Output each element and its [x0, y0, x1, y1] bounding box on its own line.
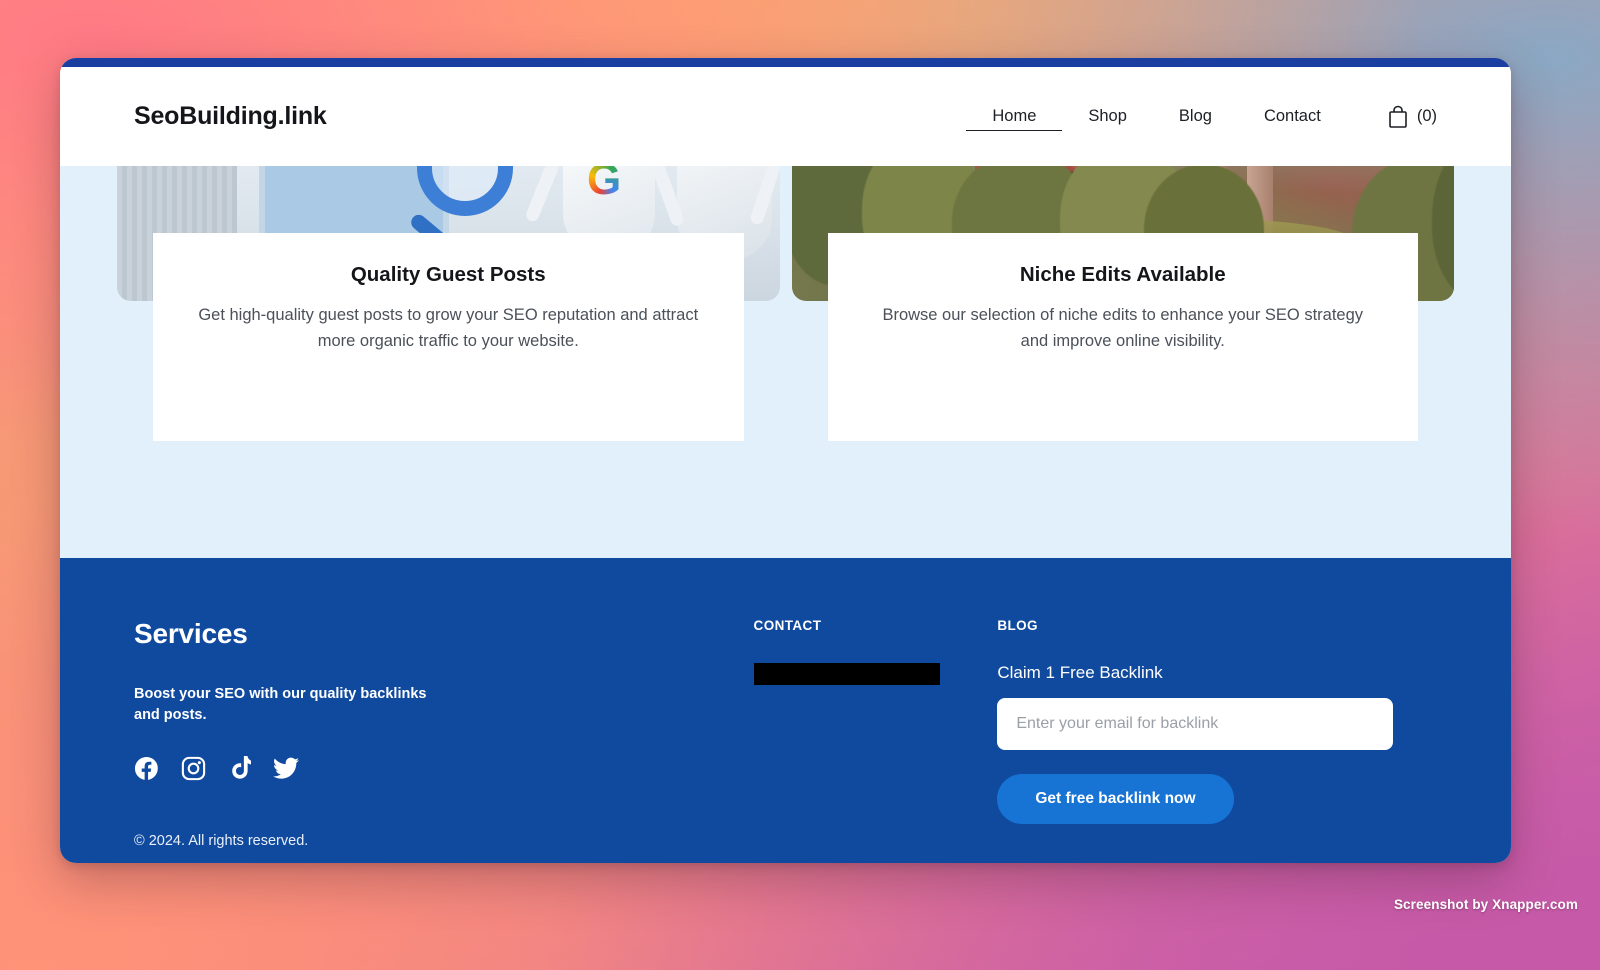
footer-column-services: Services Boost your SEO with our quality…: [134, 618, 754, 781]
feature-card-niche-edits[interactable]: Niche Edits Available Browse our selecti…: [791, 166, 1454, 441]
footer-column-blog: BLOG Claim 1 Free Backlink Get free back…: [997, 618, 1437, 824]
free-backlink-label: Claim 1 Free Backlink: [997, 663, 1163, 682]
xnapper-watermark: Screenshot by Xnapper.com: [1393, 897, 1578, 912]
site-footer: Services Boost your SEO with our quality…: [60, 558, 1511, 863]
main-navigation: Home Shop Blog Contact (0): [966, 103, 1437, 131]
copyright-text: © 2024. All rights reserved.: [134, 833, 309, 849]
nav-item-contact[interactable]: Contact: [1238, 103, 1347, 130]
footer-contact-heading: CONTACT: [753, 618, 822, 633]
tiktok-icon[interactable]: [228, 756, 251, 781]
feature-card-quality-guest-posts[interactable]: G Quality Guest Posts Get high-quality g…: [117, 166, 780, 441]
card-description: Get high-quality guest posts to grow you…: [198, 306, 699, 350]
nav-item-shop[interactable]: Shop: [1062, 103, 1153, 130]
footer-columns: Services Boost your SEO with our quality…: [134, 618, 1437, 824]
facebook-icon[interactable]: [134, 756, 159, 781]
redacted-contact-email: [753, 663, 940, 685]
cart-button[interactable]: (0): [1387, 105, 1437, 129]
brand-logo[interactable]: SeoBuilding.link: [134, 102, 327, 131]
card-body: Quality Guest Posts Get high-quality gue…: [153, 233, 744, 441]
twitter-icon[interactable]: [273, 756, 299, 781]
card-body: Niche Edits Available Browse our selecti…: [827, 233, 1418, 441]
cart-count: (0): [1416, 107, 1437, 125]
nav-item-blog[interactable]: Blog: [1153, 103, 1238, 130]
footer-blog-heading: BLOG: [997, 618, 1038, 633]
site-header: SeoBuilding.link Home Shop Blog Contact …: [60, 67, 1511, 166]
footer-column-contact: CONTACT: [753, 618, 998, 685]
card-description: Browse our selection of niche edits to e…: [882, 306, 1364, 350]
footer-services-description: Boost your SEO with our quality backlink…: [134, 686, 427, 724]
shopping-bag-icon: [1387, 105, 1409, 129]
card-title: Quality Guest Posts: [350, 263, 546, 286]
footer-services-title: Services: [134, 618, 248, 649]
window-top-bar: [60, 58, 1511, 67]
nav-item-home[interactable]: Home: [966, 103, 1063, 131]
features-section: G Quality Guest Posts Get high-quality g…: [60, 166, 1511, 558]
feature-cards-row: G Quality Guest Posts Get high-quality g…: [60, 166, 1511, 441]
instagram-icon[interactable]: [181, 756, 206, 781]
card-title: Niche Edits Available: [1019, 263, 1226, 286]
social-links: [134, 756, 714, 781]
email-input[interactable]: [997, 698, 1394, 750]
browser-window: SeoBuilding.link Home Shop Blog Contact …: [60, 58, 1511, 863]
get-free-backlink-button[interactable]: Get free backlink now: [997, 774, 1234, 824]
